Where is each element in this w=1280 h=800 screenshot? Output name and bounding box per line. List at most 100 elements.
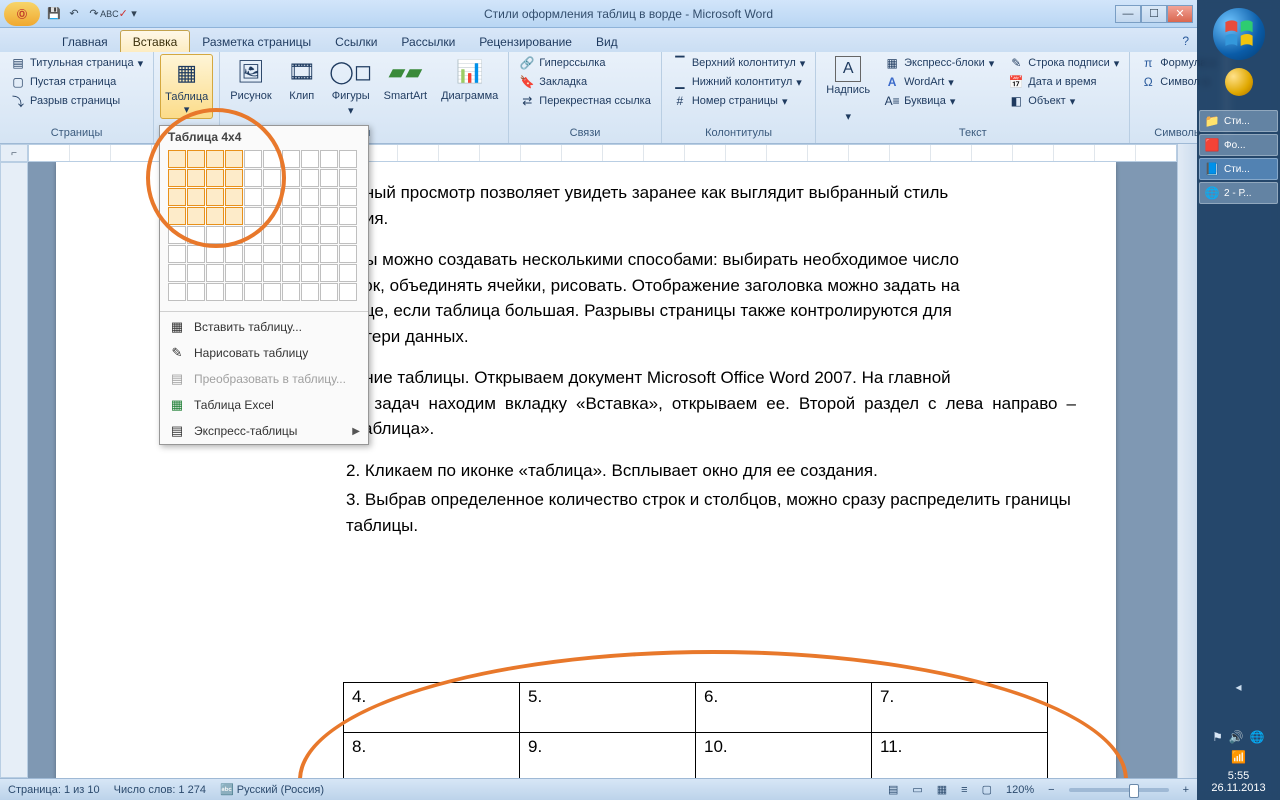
draw-table-item[interactable]: ✎Нарисовать таблицу — [160, 340, 368, 366]
grid-cell[interactable] — [187, 226, 205, 244]
taskbar-item[interactable]: 🌐2 - Р... — [1199, 182, 1278, 204]
view-outline-icon[interactable]: ≡ — [961, 784, 967, 796]
grid-cell[interactable] — [244, 245, 262, 263]
grid-cell[interactable] — [206, 150, 224, 168]
vertical-ruler[interactable] — [0, 162, 28, 778]
taskbar-item[interactable]: 📁Сти... — [1199, 110, 1278, 132]
tab-home[interactable]: Главная — [50, 31, 120, 52]
grid-cell[interactable] — [301, 245, 319, 263]
grid-cell[interactable] — [263, 245, 281, 263]
grid-cell[interactable] — [225, 245, 243, 263]
grid-cell[interactable] — [244, 150, 262, 168]
status-zoom[interactable]: 120% — [1006, 784, 1034, 796]
tab-mailings[interactable]: Рассылки — [389, 31, 467, 52]
grid-cell[interactable] — [244, 283, 262, 301]
tray-expand-icon[interactable]: ◂ — [1197, 680, 1280, 694]
save-icon[interactable]: 💾 — [46, 6, 62, 22]
qat-more-icon[interactable]: ▾ — [126, 6, 142, 22]
status-words[interactable]: Число слов: 1 274 — [114, 784, 206, 796]
grid-cell[interactable] — [301, 226, 319, 244]
undo-icon[interactable]: ↶ — [66, 6, 82, 22]
dropcap-button[interactable]: A≡Буквица ▾ — [880, 92, 998, 110]
signature-button[interactable]: ✎Строка подписи ▾ — [1004, 54, 1123, 72]
grid-cell[interactable] — [168, 226, 186, 244]
volume-icon[interactable]: 🔊 — [1229, 730, 1244, 744]
picture-button[interactable]: 🖼Рисунок — [226, 54, 276, 104]
zoom-out-icon[interactable]: − — [1048, 784, 1054, 796]
clock-time[interactable]: 5:55 — [1197, 770, 1280, 782]
grid-cell[interactable] — [187, 207, 205, 225]
object-button[interactable]: ◧Объект ▾ — [1004, 92, 1123, 110]
grid-cell[interactable] — [168, 264, 186, 282]
grid-cell[interactable] — [244, 188, 262, 206]
wifi-icon[interactable]: 📶 — [1231, 750, 1246, 764]
grid-cell[interactable] — [301, 169, 319, 187]
smartart-button[interactable]: ▰▰SmartArt — [380, 54, 431, 104]
bookmark-button[interactable]: 🔖Закладка — [515, 73, 655, 91]
grid-cell[interactable] — [320, 264, 338, 282]
help-icon[interactable]: ? — [1174, 30, 1197, 52]
quick-tables-item[interactable]: ▤Экспресс-таблицы▶ — [160, 418, 368, 444]
grid-cell[interactable] — [282, 245, 300, 263]
taskbar-item[interactable]: 📘Сти... — [1199, 158, 1278, 180]
blank-page-button[interactable]: ▢Пустая страница — [6, 73, 147, 91]
insert-table-item[interactable]: ▦Вставить таблицу... — [160, 314, 368, 340]
footer-button[interactable]: ▁Нижний колонтитул ▾ — [668, 73, 809, 91]
ruler-corner[interactable]: ⌐ — [0, 144, 28, 162]
grid-cell[interactable] — [225, 283, 243, 301]
minimize-button[interactable]: — — [1115, 5, 1141, 23]
table-button[interactable]: ▦ Таблица▾ — [160, 54, 213, 119]
grid-cell[interactable] — [187, 283, 205, 301]
textbox-button[interactable]: AНадпись▾ — [822, 54, 874, 125]
grid-cell[interactable] — [339, 169, 357, 187]
grid-cell[interactable] — [206, 264, 224, 282]
grid-cell[interactable] — [168, 150, 186, 168]
grid-cell[interactable] — [301, 283, 319, 301]
tab-layout[interactable]: Разметка страницы — [190, 31, 323, 52]
grid-cell[interactable] — [320, 188, 338, 206]
pagenum-button[interactable]: #Номер страницы ▾ — [668, 92, 809, 110]
shapes-button[interactable]: ◯◻Фигуры ▾ — [328, 54, 374, 119]
table-size-grid[interactable] — [160, 146, 368, 309]
grid-cell[interactable] — [301, 188, 319, 206]
hyperlink-button[interactable]: 🔗Гиперссылка — [515, 54, 655, 72]
tab-view[interactable]: Вид — [584, 31, 630, 52]
grid-cell[interactable] — [339, 245, 357, 263]
grid-cell[interactable] — [263, 169, 281, 187]
grid-cell[interactable] — [339, 150, 357, 168]
grid-cell[interactable] — [263, 188, 281, 206]
grid-cell[interactable] — [225, 264, 243, 282]
grid-cell[interactable] — [263, 207, 281, 225]
grid-cell[interactable] — [339, 264, 357, 282]
grid-cell[interactable] — [225, 188, 243, 206]
grid-cell[interactable] — [187, 245, 205, 263]
view-read-icon[interactable]: ▭ — [912, 783, 922, 796]
grid-cell[interactable] — [168, 245, 186, 263]
grid-cell[interactable] — [282, 283, 300, 301]
quickparts-button[interactable]: ▦Экспресс-блоки ▾ — [880, 54, 998, 72]
taskbar-item[interactable]: 🟥Фо... — [1199, 134, 1278, 156]
yandex-icon[interactable] — [1225, 68, 1253, 96]
grid-cell[interactable] — [225, 226, 243, 244]
grid-cell[interactable] — [282, 150, 300, 168]
maximize-button[interactable]: ☐ — [1141, 5, 1167, 23]
grid-cell[interactable] — [282, 264, 300, 282]
tab-references[interactable]: Ссылки — [323, 31, 389, 52]
grid-cell[interactable] — [320, 226, 338, 244]
grid-cell[interactable] — [339, 207, 357, 225]
grid-cell[interactable] — [225, 169, 243, 187]
grid-cell[interactable] — [187, 264, 205, 282]
network-icon[interactable]: 🌐 — [1250, 730, 1265, 744]
clock-date[interactable]: 26.11.2013 — [1197, 782, 1280, 794]
datetime-button[interactable]: 📅Дата и время — [1004, 73, 1123, 91]
grid-cell[interactable] — [225, 207, 243, 225]
grid-cell[interactable] — [244, 264, 262, 282]
view-web-icon[interactable]: ▦ — [937, 783, 947, 796]
clip-button[interactable]: 🎞Клип — [282, 54, 322, 104]
tab-insert[interactable]: Вставка — [120, 30, 191, 52]
page-break-button[interactable]: ⤵Разрыв страницы — [6, 92, 147, 110]
grid-cell[interactable] — [282, 169, 300, 187]
grid-cell[interactable] — [320, 207, 338, 225]
grid-cell[interactable] — [244, 226, 262, 244]
spellcheck-icon[interactable]: ABC✓ — [106, 6, 122, 22]
